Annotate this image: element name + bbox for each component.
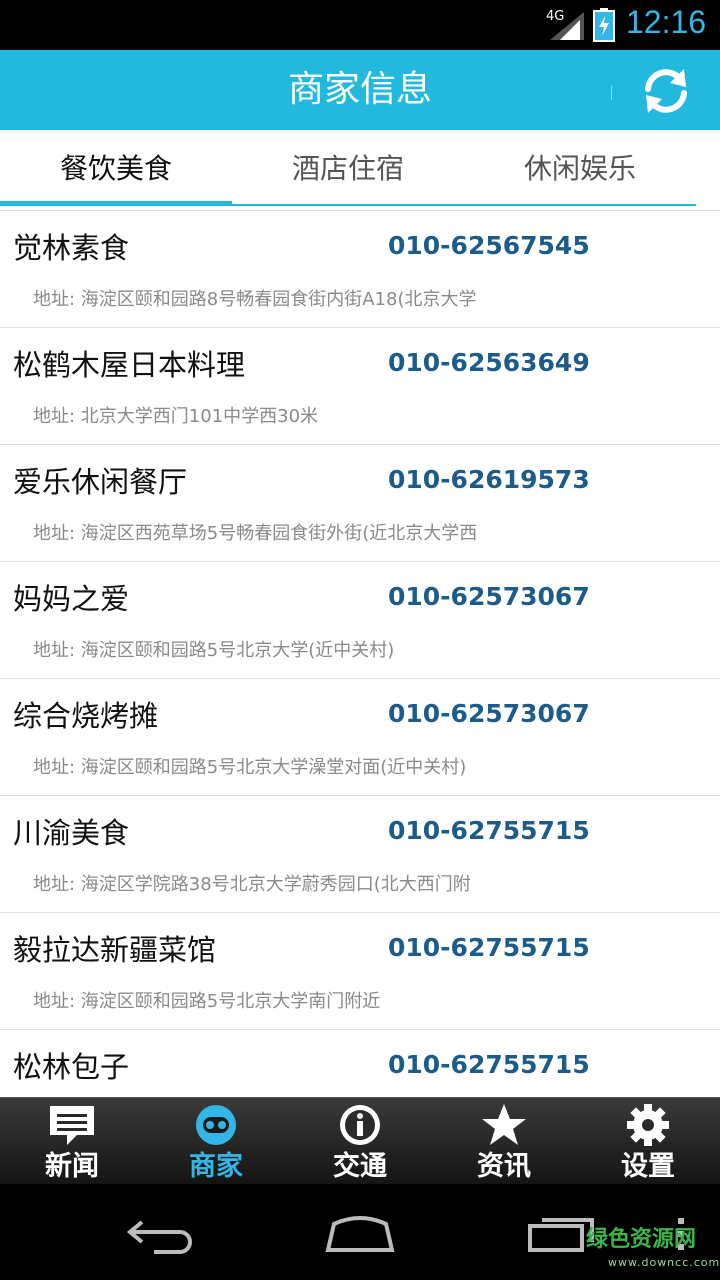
tab-hotel[interactable]: 酒店住宿 xyxy=(232,130,464,206)
list-item[interactable]: 综合烧烤摊 010-62573067 地址: 海淀区颐和园路5号北京大学澡堂对面… xyxy=(0,679,720,796)
watermark-text: 绿色资源网 xyxy=(586,1227,697,1252)
merchant-name: 毅拉达新疆菜馆 xyxy=(13,933,217,967)
bottom-nav: 新闻 商家 交通 资讯 设置 xyxy=(0,1097,720,1185)
merchant-phone[interactable]: 010-62573067 xyxy=(388,582,590,611)
merchant-name: 综合烧烤摊 xyxy=(13,699,159,733)
list-item[interactable]: 松林包子 010-62755715 xyxy=(0,1030,720,1098)
nav-label: 商家 xyxy=(189,1151,243,1182)
merchant-address: 地址: 海淀区颐和园路5号北京大学澡堂对面(近中关村) xyxy=(33,757,467,778)
nav-label: 设置 xyxy=(621,1151,675,1182)
merchant-phone[interactable]: 010-62755715 xyxy=(388,1050,590,1079)
merchant-name: 爱乐休闲餐厅 xyxy=(13,465,188,499)
merchant-address: 地址: 海淀区西苑草场5号畅春园食街外街(近北京大学西 xyxy=(33,523,478,544)
star-icon xyxy=(482,1104,526,1145)
battery-icon xyxy=(593,8,615,42)
tab-dining[interactable]: 餐饮美食 xyxy=(0,130,232,206)
merchant-name: 川渝美食 xyxy=(13,816,130,850)
title-bar: 商家信息 xyxy=(0,50,720,130)
merchant-list[interactable]: 觉林素食 010-62567545 地址: 海淀区颐和园路8号畅春园食街内街A1… xyxy=(0,210,720,1098)
nav-label: 新闻 xyxy=(45,1151,99,1182)
clock: 12:16 xyxy=(626,4,707,40)
list-item[interactable]: 爱乐休闲餐厅 010-62619573 地址: 海淀区西苑草场5号畅春园食街外街… xyxy=(0,445,720,562)
nav-label: 资讯 xyxy=(477,1151,531,1182)
smiley-icon xyxy=(196,1105,236,1145)
nav-merchants[interactable]: 商家 xyxy=(144,1098,288,1185)
gear-icon xyxy=(627,1104,669,1146)
merchant-phone[interactable]: 010-62567545 xyxy=(388,231,590,260)
nav-settings[interactable]: 设置 xyxy=(576,1098,720,1185)
watermark-url: www.downcc.com xyxy=(608,1256,720,1269)
home-icon[interactable] xyxy=(322,1212,398,1254)
signal-icon xyxy=(550,12,584,40)
refresh-icon[interactable] xyxy=(640,65,692,117)
category-tabs: 餐饮美食 酒店住宿 休闲娱乐 xyxy=(0,130,720,210)
list-item[interactable]: 川渝美食 010-62755715 地址: 海淀区学院路38号北京大学蔚秀园口(… xyxy=(0,796,720,913)
merchant-phone[interactable]: 010-62573067 xyxy=(388,699,590,728)
merchant-address: 地址: 海淀区颐和园路8号畅春园食街内街A18(北京大学 xyxy=(33,289,477,310)
nav-info[interactable]: 资讯 xyxy=(432,1098,576,1185)
merchant-phone[interactable]: 010-62619573 xyxy=(388,465,590,494)
title-divider xyxy=(611,86,612,100)
status-bar: 4G 12:16 xyxy=(0,0,720,50)
back-icon[interactable] xyxy=(124,1214,196,1254)
chat-bubble-icon xyxy=(50,1106,94,1145)
merchant-name: 松鹤木屋日本料理 xyxy=(13,348,246,382)
merchant-address: 地址: 海淀区学院路38号北京大学蔚秀园口(北大西门附 xyxy=(33,874,471,895)
merchant-address: 地址: 北京大学西门101中学西30米 xyxy=(33,406,319,427)
merchant-name: 妈妈之爱 xyxy=(13,582,130,616)
active-tab-indicator xyxy=(0,201,232,206)
nav-news[interactable]: 新闻 xyxy=(0,1098,144,1185)
merchant-phone[interactable]: 010-62755715 xyxy=(388,816,590,845)
list-item[interactable]: 松鹤木屋日本料理 010-62563649 地址: 北京大学西门101中学西30… xyxy=(0,328,720,445)
info-icon xyxy=(340,1105,380,1145)
merchant-phone[interactable]: 010-62563649 xyxy=(388,348,590,377)
list-item[interactable]: 妈妈之爱 010-62573067 地址: 海淀区颐和园路5号北京大学(近中关村… xyxy=(0,562,720,679)
merchant-name: 觉林素食 xyxy=(13,231,130,265)
merchant-name: 松林包子 xyxy=(13,1050,130,1084)
page-title: 商家信息 xyxy=(287,69,432,110)
nav-label: 交通 xyxy=(333,1151,387,1182)
tab-leisure[interactable]: 休闲娱乐 xyxy=(464,130,696,206)
nav-traffic[interactable]: 交通 xyxy=(288,1098,432,1185)
merchant-address: 地址: 海淀区颐和园路5号北京大学(近中关村) xyxy=(33,640,395,661)
merchant-address: 地址: 海淀区颐和园路5号北京大学南门附近 xyxy=(33,991,381,1012)
merchant-phone[interactable]: 010-62755715 xyxy=(388,933,590,962)
list-item[interactable]: 毅拉达新疆菜馆 010-62755715 地址: 海淀区颐和园路5号北京大学南门… xyxy=(0,913,720,1030)
list-item[interactable]: 觉林素食 010-62567545 地址: 海淀区颐和园路8号畅春园食街内街A1… xyxy=(0,211,720,328)
